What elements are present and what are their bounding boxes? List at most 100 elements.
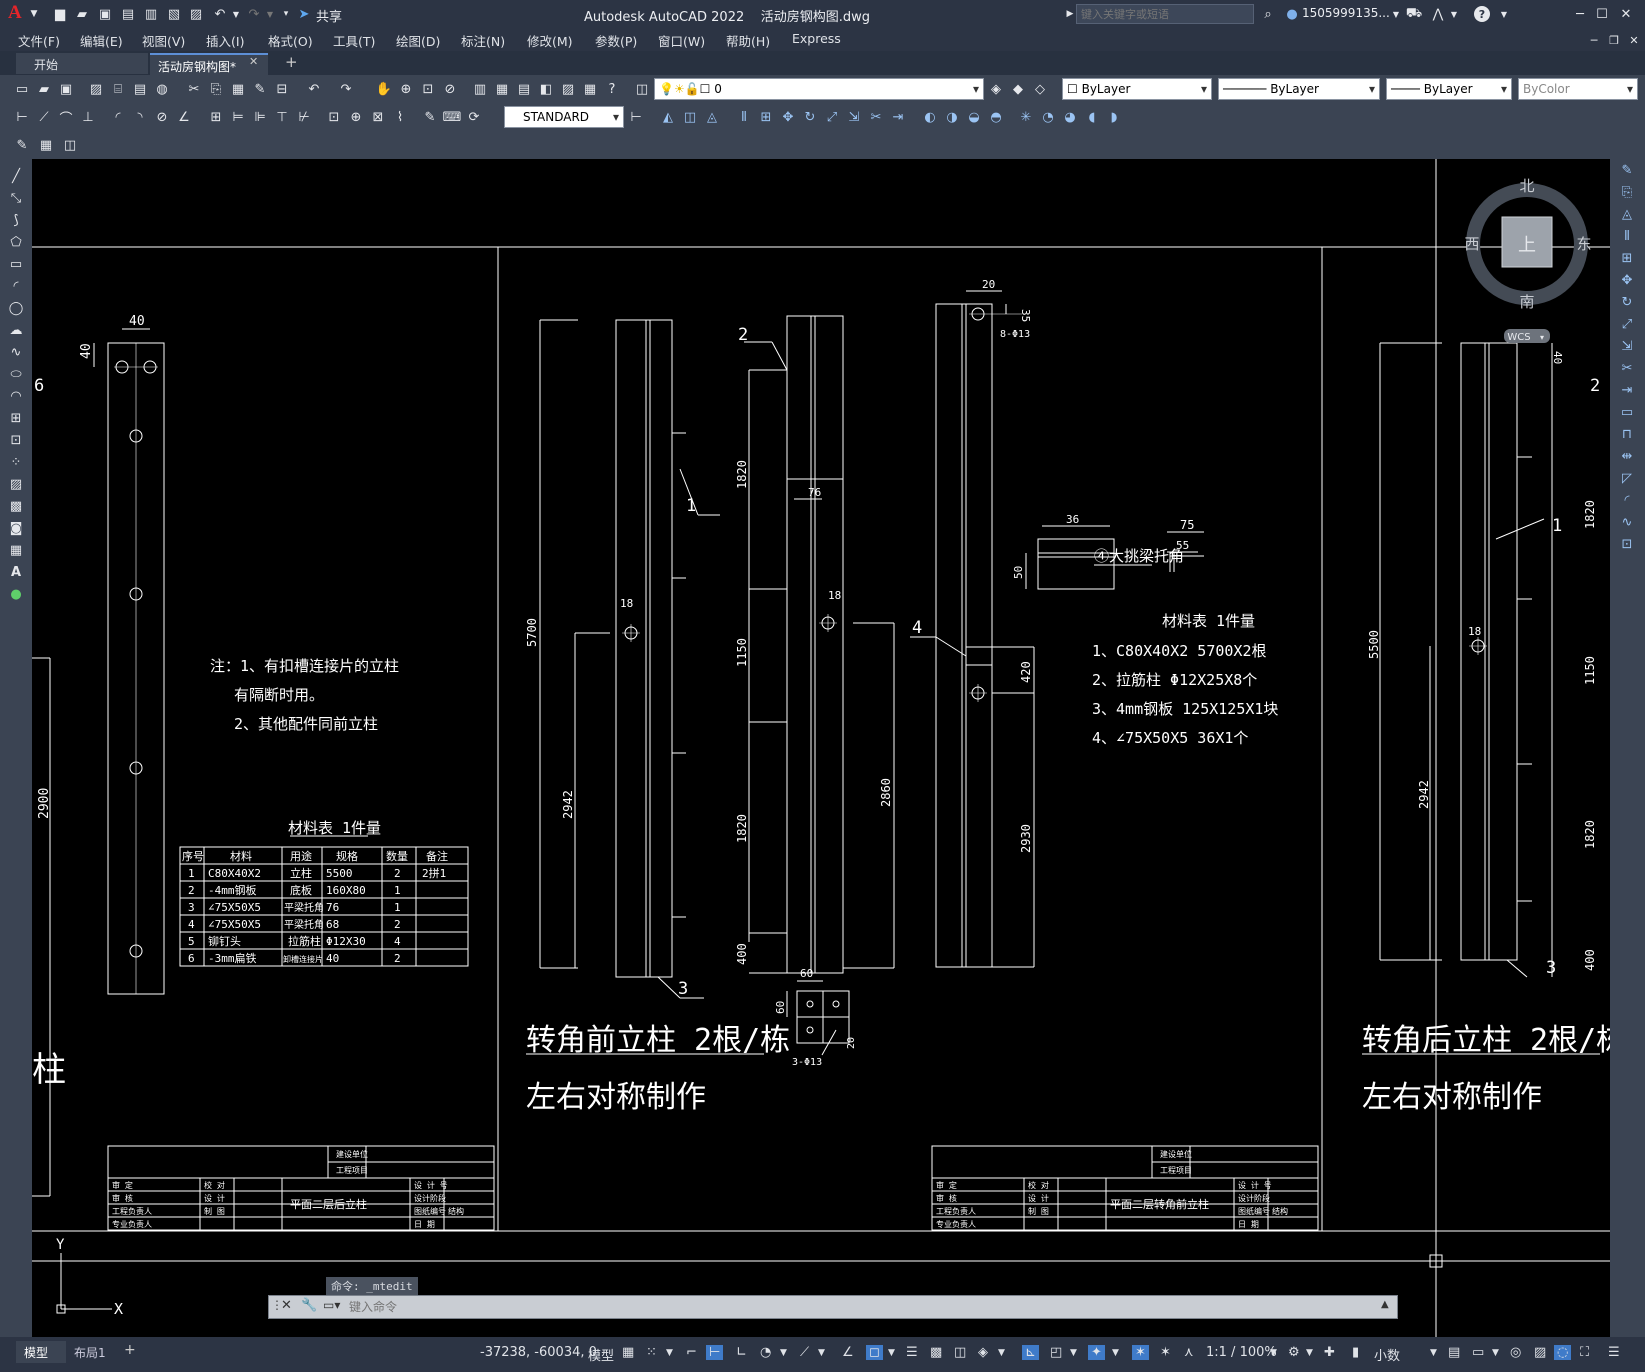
redo-tb-icon[interactable]: ↷ xyxy=(336,79,356,99)
revision-cloud-icon[interactable]: ☁ xyxy=(6,323,26,341)
rotate-icon[interactable]: ↻ xyxy=(800,107,820,127)
add-layout-icon[interactable]: + xyxy=(124,1342,136,1358)
autodesk-dropdown-icon[interactable]: ▼ xyxy=(1444,4,1464,24)
search-icon[interactable]: ⌕ xyxy=(1258,4,1278,24)
r-erase-icon[interactable]: ✎ xyxy=(1617,163,1637,181)
hatch-icon[interactable]: ▨ xyxy=(6,477,26,495)
snap-icon[interactable]: ⁙ xyxy=(646,1345,657,1360)
r-join-icon[interactable]: ⇹ xyxy=(1617,449,1637,467)
circle-icon[interactable]: ◯ xyxy=(6,301,26,319)
gizmo-icon[interactable]: ✦ xyxy=(1088,1345,1105,1360)
lineweight-icon[interactable]: ☰ xyxy=(906,1345,918,1360)
r-array-icon[interactable]: ⊞ xyxy=(1617,251,1637,269)
r-blend-icon[interactable]: ∿ xyxy=(1617,515,1637,533)
layout-tab-model[interactable]: 模型 xyxy=(16,1341,66,1363)
linetype-dropdown-chevron-icon[interactable]: ▾ xyxy=(1369,82,1375,96)
menu-express[interactable]: Express xyxy=(792,31,841,46)
fillet-icon[interactable]: ◓ xyxy=(986,107,1006,127)
dim-continue-icon[interactable]: ⊫ xyxy=(250,107,270,127)
plot-icon[interactable]: ▨ xyxy=(186,4,206,24)
object-snap-tracking-icon[interactable]: ∠ xyxy=(842,1345,854,1360)
layer-dropdown-chevron-icon[interactable]: ▾ xyxy=(973,82,979,96)
isodraft-dropdown-icon[interactable]: ▼ xyxy=(818,1348,825,1358)
menu-help[interactable]: 帮助(H) xyxy=(726,31,770,50)
new-file-icon[interactable]: ▆ xyxy=(50,4,70,24)
viewcube[interactable]: 上 北 南 西 东 WCS ▾ xyxy=(1464,177,1592,343)
plotstyle-dropdown[interactable]: ByColor ▾ xyxy=(1518,78,1638,100)
plotstyle-dropdown-chevron-icon[interactable]: ▾ xyxy=(1627,82,1633,96)
annotation-monitor-icon[interactable]: ✚ xyxy=(1324,1345,1335,1360)
drawing-svg[interactable]: 上 北 南 西 东 WCS ▾ 40 40 2900 6 柱 注：1、有扣槽连接… xyxy=(32,159,1626,1337)
tab-start[interactable]: 开始 xyxy=(16,53,148,74)
open-icon[interactable]: ▰ xyxy=(34,79,54,99)
ellipse-arc-icon[interactable]: ◠ xyxy=(6,389,26,407)
maximize-icon[interactable]: ☐ xyxy=(1592,4,1612,24)
command-input[interactable] xyxy=(349,1297,1369,1317)
open-file-icon[interactable]: ▰ xyxy=(72,4,92,24)
layout-tab-layout1[interactable]: 布局1 xyxy=(68,1341,124,1363)
units-value[interactable]: 小数 xyxy=(1374,1345,1400,1364)
menu-format[interactable]: 格式(O) xyxy=(268,31,313,50)
share-label[interactable]: 共享 xyxy=(316,6,342,25)
save-tb-icon[interactable]: ▣ xyxy=(56,79,76,99)
search-input[interactable] xyxy=(1076,4,1254,24)
dim-arc-icon[interactable]: ⌒ xyxy=(56,107,76,127)
align-icon[interactable]: ◖ xyxy=(1082,107,1102,127)
chamfer-icon[interactable]: ◒ xyxy=(964,107,984,127)
tool-palettes-icon[interactable]: ▤ xyxy=(514,79,534,99)
dim-update-icon[interactable]: ⟳ xyxy=(464,107,484,127)
r-extend-icon[interactable]: ⇥ xyxy=(1617,383,1637,401)
jogged-linear-icon[interactable]: ⌇ xyxy=(390,107,410,127)
dim-edit-icon[interactable]: ✎ xyxy=(420,107,440,127)
polyline-icon[interactable]: ⟆ xyxy=(6,213,26,231)
layer-properties-icon[interactable]: ◫ xyxy=(632,79,652,99)
undo-dropdown-icon[interactable]: ▼ xyxy=(226,4,246,24)
workspace-dropdown-icon[interactable]: ▼ xyxy=(1306,1348,1313,1358)
annotation-scale-dropdown-icon[interactable]: ▼ xyxy=(1270,1348,1277,1358)
layer-dropdown[interactable]: 💡☀🔓☐ 0 ▾ xyxy=(654,78,984,100)
menu-tools[interactable]: 工具(T) xyxy=(333,31,375,50)
menu-edit[interactable]: 编辑(E) xyxy=(80,31,123,50)
app-menu-chevron-icon[interactable]: ▼ xyxy=(24,4,44,24)
explode-icon[interactable]: ✳ xyxy=(1016,107,1036,127)
quick-dim-icon[interactable]: ⊞ xyxy=(206,107,226,127)
design-center-icon[interactable]: ▦ xyxy=(492,79,512,99)
arc-icon[interactable]: ◜ xyxy=(6,279,26,297)
markup-icon[interactable]: ▨ xyxy=(558,79,578,99)
autocad-logo-icon[interactable]: A xyxy=(8,2,22,24)
command-close-icon[interactable]: ✕ xyxy=(281,1298,292,1313)
r-explode-icon[interactable]: ⊡ xyxy=(1617,537,1637,555)
dim-break-icon[interactable]: ⊬ xyxy=(294,107,314,127)
r-mirror-icon[interactable]: ◬ xyxy=(1617,207,1637,225)
erase-icon[interactable]: ◭ xyxy=(658,107,678,127)
extend-icon[interactable]: ⇥ xyxy=(888,107,908,127)
cart-icon[interactable]: ⛟ xyxy=(1404,4,1424,24)
3d-osnap-dropdown-icon[interactable]: ▼ xyxy=(998,1348,1005,1358)
dim-aligned-icon[interactable]: ⟋ xyxy=(34,107,54,127)
cut-icon[interactable]: ✂ xyxy=(184,79,204,99)
mirror-icon[interactable]: ◬ xyxy=(702,107,722,127)
menu-draw[interactable]: 绘图(D) xyxy=(396,31,440,50)
help-tb-icon[interactable]: ? xyxy=(602,79,622,99)
transparency-icon[interactable]: ▩ xyxy=(930,1345,942,1360)
command-history-toggle-icon[interactable]: ▲ xyxy=(1381,1299,1389,1310)
tolerance-icon[interactable]: ⊡ xyxy=(324,107,344,127)
lengthen-icon[interactable]: ◕ xyxy=(1060,107,1080,127)
clean-screen-icon[interactable]: ◌ xyxy=(1554,1345,1572,1360)
grid-icon[interactable]: ▦ xyxy=(622,1345,634,1360)
construction-line-icon[interactable]: ⤡ xyxy=(6,191,26,209)
r-move-icon[interactable]: ✥ xyxy=(1617,273,1637,291)
gizmo-dropdown-icon[interactable]: ▼ xyxy=(1112,1348,1119,1358)
fullscreen-icon[interactable]: ⛶ xyxy=(1580,1345,1589,1360)
model-space-toggle[interactable]: 模型 xyxy=(588,1345,614,1364)
lineweight-dropdown[interactable]: ──── ByLayer ▾ xyxy=(1386,78,1512,100)
edit-pline-icon[interactable]: ◗ xyxy=(1104,107,1124,127)
user-dropdown-icon[interactable]: ▼ xyxy=(1386,4,1406,24)
rectangle-icon[interactable]: ▭ xyxy=(6,257,26,275)
r-rotate-icon[interactable]: ↻ xyxy=(1617,295,1637,313)
publish-icon[interactable]: ▧ xyxy=(164,4,184,24)
save-icon[interactable]: ▣ xyxy=(95,4,115,24)
menu-file[interactable]: 文件(F) xyxy=(18,31,60,50)
dim-diameter-icon[interactable]: ⊘ xyxy=(152,107,172,127)
paste-icon[interactable]: ▦ xyxy=(228,79,248,99)
